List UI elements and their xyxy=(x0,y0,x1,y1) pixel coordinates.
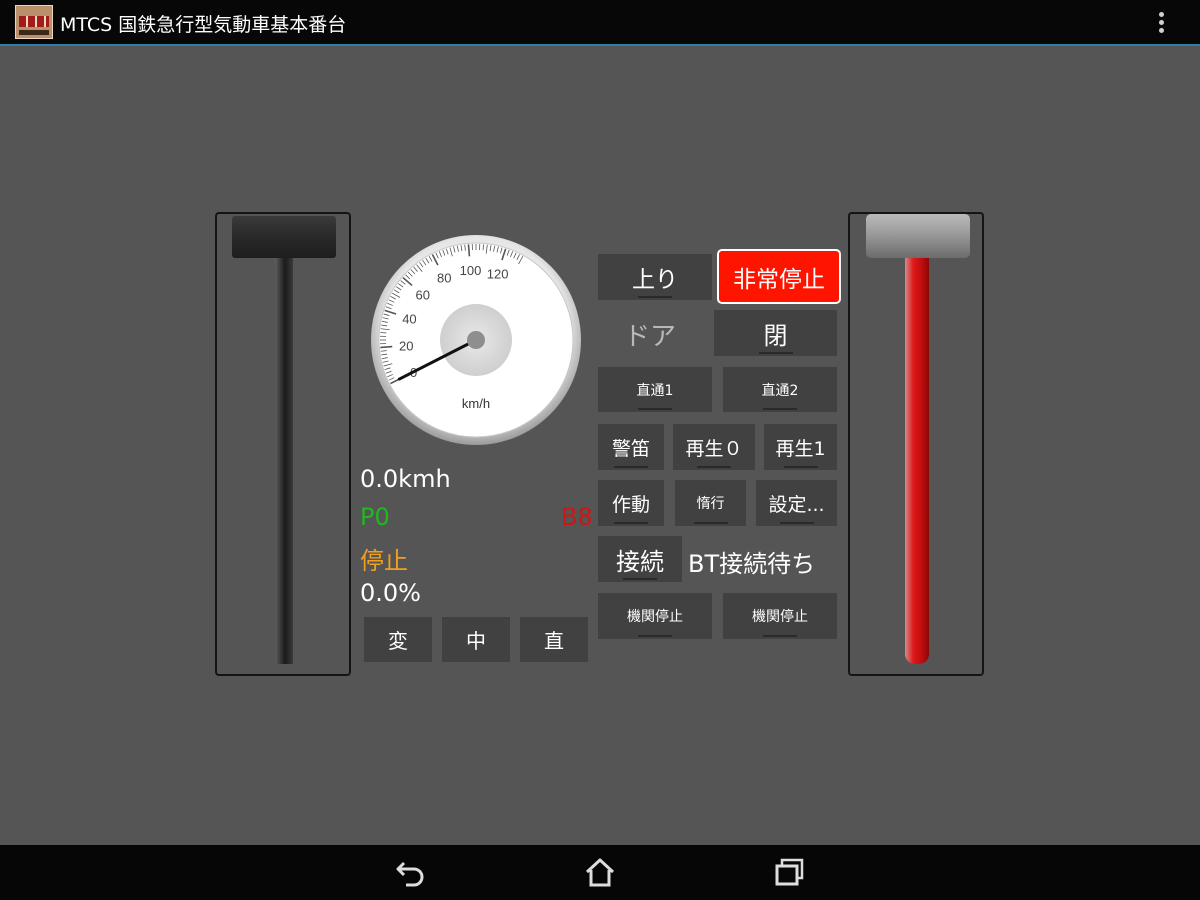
gear-neutral-button[interactable]: 中 xyxy=(442,617,510,662)
app-title: MTCS 国鉄急行型気動車基本番台 xyxy=(60,14,347,36)
speedometer-label: 100 xyxy=(460,263,482,278)
door-label: ドア xyxy=(624,322,677,352)
speed-readout: 0.0kmh xyxy=(360,465,451,493)
connect-button[interactable]: 接続 xyxy=(598,536,682,582)
brake-notch-readout: B8 xyxy=(561,503,593,531)
engine-stop-button-1[interactable]: 機関停止 xyxy=(598,593,712,639)
engine-stop-button-2[interactable]: 機関停止 xyxy=(723,593,837,639)
brake-lever-rod xyxy=(905,250,929,664)
app-icon[interactable] xyxy=(15,5,53,39)
speedometer-tick xyxy=(380,345,393,349)
coast-button[interactable]: 惰行 xyxy=(675,480,746,526)
play0-button[interactable]: 再生０ xyxy=(673,424,755,470)
power-lever-frame xyxy=(215,212,351,676)
direction-button[interactable]: 上り xyxy=(598,254,712,300)
action-button[interactable]: 作動 xyxy=(598,480,664,526)
speedometer-label: 20 xyxy=(399,338,413,353)
brake-lever-frame xyxy=(848,212,984,676)
speedometer-label: 120 xyxy=(487,266,509,281)
speedometer-label: 40 xyxy=(402,311,416,326)
home-icon[interactable] xyxy=(583,857,617,887)
speedometer-needle-cap xyxy=(467,331,485,349)
speedometer-label: 60 xyxy=(416,288,430,303)
emergency-stop-button[interactable]: 非常停止 xyxy=(717,249,841,304)
power-lever-rod xyxy=(275,246,293,664)
direct2-button[interactable]: 直通2 xyxy=(723,367,837,412)
brake-lever-handle[interactable] xyxy=(866,214,970,258)
direct1-button[interactable]: 直通1 xyxy=(598,367,712,412)
power-lever-handle[interactable] xyxy=(232,216,336,258)
bluetooth-status: BT接続待ち xyxy=(688,550,816,578)
status-readout: 停止 xyxy=(360,547,408,575)
play1-button[interactable]: 再生1 xyxy=(764,424,837,470)
speedometer-label: 80 xyxy=(437,271,451,286)
whistle-button[interactable]: 警笛 xyxy=(598,424,664,470)
overflow-menu-icon[interactable] xyxy=(1152,10,1172,36)
action-bar: MTCS 国鉄急行型気動車基本番台 xyxy=(0,0,1200,46)
speedometer-tick xyxy=(467,244,471,257)
door-button[interactable]: 閉 xyxy=(714,310,837,356)
settings-button[interactable]: 設定... xyxy=(756,480,837,526)
navigation-bar xyxy=(0,845,1200,900)
gear-change-button[interactable]: 変 xyxy=(364,617,432,662)
speedometer: 020406080100120 km/h xyxy=(371,235,581,445)
percent-readout: 0.0% xyxy=(360,579,421,607)
back-icon[interactable] xyxy=(394,857,428,887)
speedometer-unit: km/h xyxy=(462,396,490,411)
gear-direct-button[interactable]: 直 xyxy=(520,617,588,662)
power-notch-readout: P0 xyxy=(360,503,390,531)
recent-apps-icon[interactable] xyxy=(773,857,807,887)
